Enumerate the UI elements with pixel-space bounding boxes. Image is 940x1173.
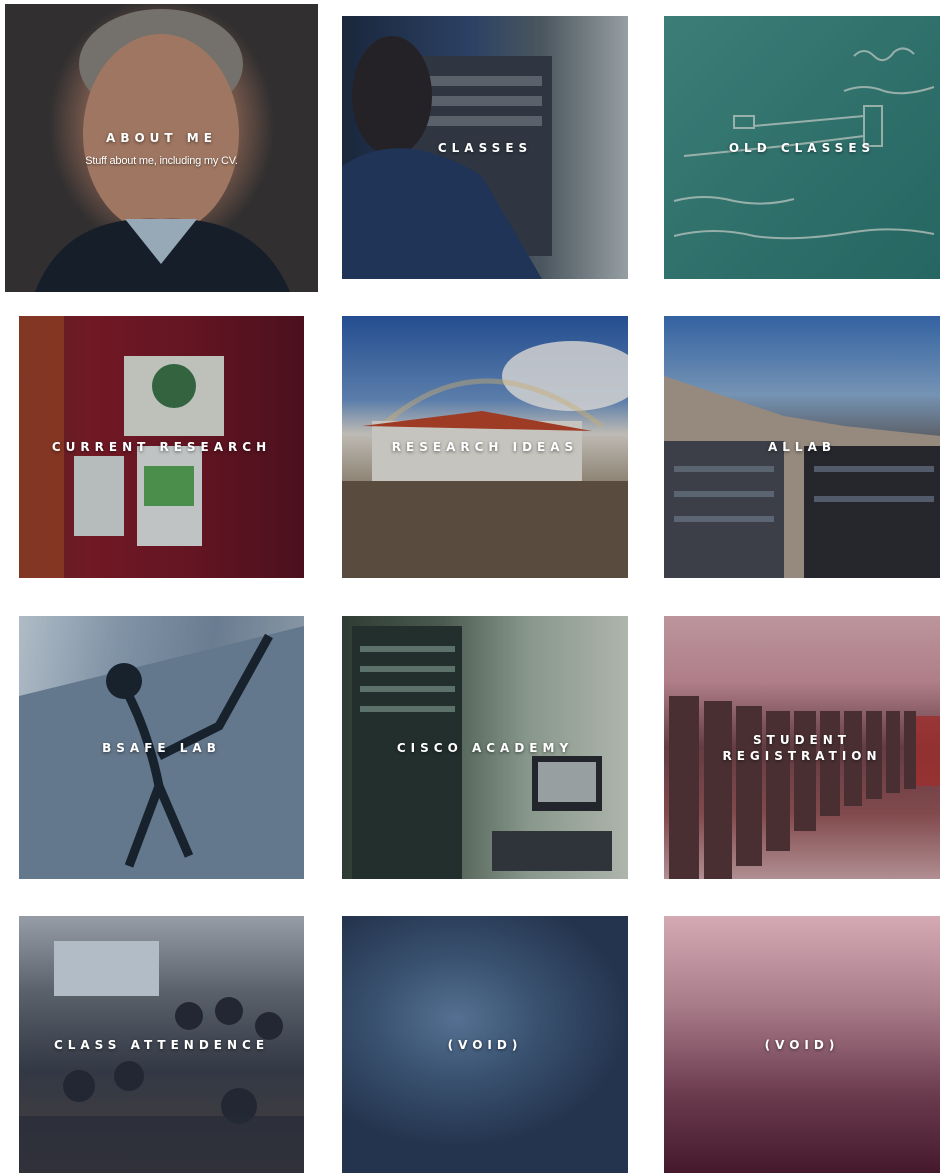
tile-title: CURRENT RESEARCH xyxy=(51,440,272,454)
tile-title: RESEARCH IDEAS xyxy=(391,440,579,454)
tile-title: ALLAB xyxy=(767,440,836,454)
tile-student-registration[interactable]: STUDENT REGISTRATION xyxy=(664,616,940,879)
tile-about-me[interactable]: ABOUT ME Stuff about me, including my CV… xyxy=(5,4,318,292)
tile-title: STUDENT REGISTRATION xyxy=(722,732,882,763)
tile-void[interactable]: (VOID) xyxy=(664,916,940,1173)
tile-class-attendence[interactable]: CLASS ATTENDENCE xyxy=(19,916,304,1173)
tile-title: CLASSES xyxy=(437,140,533,155)
tile-title: CISCO ACADEMY xyxy=(396,740,574,755)
tile-grid: ABOUT ME Stuff about me, including my CV… xyxy=(0,0,940,1173)
tile-old-classes[interactable]: OLD CLASSES xyxy=(664,16,940,279)
tile-current-research[interactable]: CURRENT RESEARCH xyxy=(19,316,304,578)
tile-classes[interactable]: CLASSES xyxy=(342,16,628,279)
tile-title: (VOID) xyxy=(447,1037,523,1052)
tile-void[interactable]: (VOID) xyxy=(342,916,628,1173)
tile-allab[interactable]: ALLAB xyxy=(664,316,940,578)
tile-title: OLD CLASSES xyxy=(728,140,876,155)
tile-overlay xyxy=(5,4,318,292)
tile-subtitle: Stuff about me, including my CV. xyxy=(85,154,238,167)
tile-cisco-academy[interactable]: CISCO ACADEMY xyxy=(342,616,628,879)
tile-research-ideas[interactable]: RESEARCH IDEAS xyxy=(342,316,628,578)
tile-title: (VOID) xyxy=(764,1037,840,1052)
tile-bsafe-lab[interactable]: BSAFE LAB xyxy=(19,616,304,879)
tile-title: BSAFE LAB xyxy=(102,740,221,755)
tile-title: CLASS ATTENDENCE xyxy=(53,1037,270,1052)
tile-title: ABOUT ME xyxy=(106,130,217,145)
